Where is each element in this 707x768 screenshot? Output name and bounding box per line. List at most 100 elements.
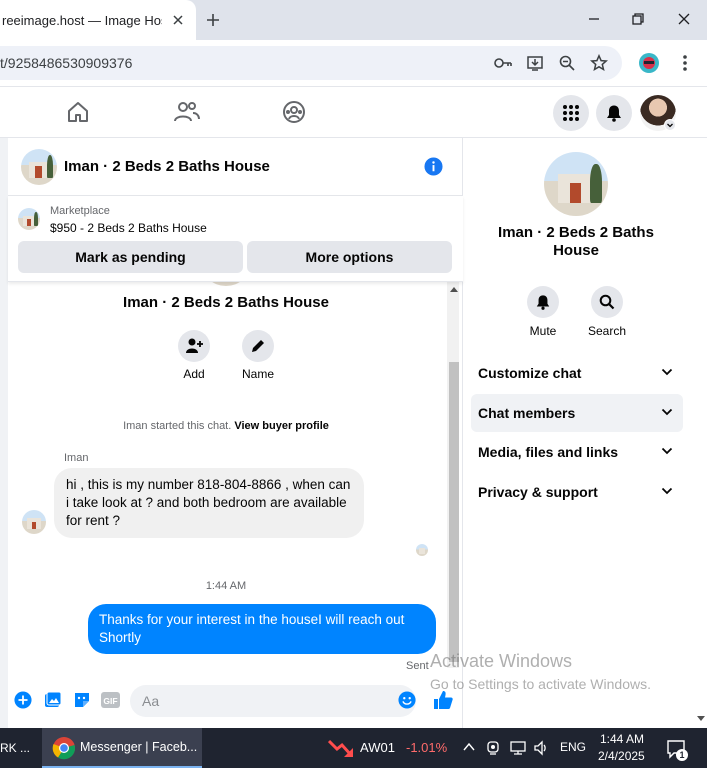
notifications-button[interactable] [596, 95, 632, 131]
thread-scrollbar-thumb[interactable] [449, 362, 459, 662]
view-buyer-profile-link[interactable]: View buyer profile [234, 420, 329, 432]
browser-tab[interactable]: reeimage.host — Image Hosting [0, 0, 196, 40]
section-label: Chat members [478, 405, 576, 421]
message-timestamp: 1:44 AM [205, 580, 247, 592]
url-text: t/9258486530909376 [0, 55, 133, 71]
marketplace-label: Marketplace [50, 205, 110, 217]
chevron-down-icon [661, 408, 673, 416]
customize-chat-row[interactable]: Customize chat [471, 354, 683, 392]
taskbar-browser-label: Messenger | Faceb... [80, 740, 198, 754]
taskbar-app-left[interactable]: RK ... [0, 728, 38, 768]
mute-button[interactable]: Mute [513, 286, 573, 338]
chevron-down-icon [661, 368, 673, 376]
chevron-down-icon [661, 447, 673, 455]
tab-title: reeimage.host — Image Hosting [2, 13, 162, 28]
scroll-up-arrow-icon[interactable] [450, 286, 458, 292]
stock-change: -1.01% [406, 740, 448, 755]
clock-date[interactable]: 2/4/2025 [598, 749, 645, 763]
windows-taskbar: RK ... Messenger | Faceb... AW01 -1.01% … [0, 728, 707, 768]
add-people-button[interactable]: Add [164, 330, 224, 381]
plus-icon[interactable] [14, 691, 32, 709]
thread-profile-avatar [202, 282, 250, 286]
zoom-icon[interactable] [558, 54, 576, 72]
info-icon[interactable] [424, 157, 443, 176]
search-icon [599, 294, 615, 310]
chat-panel: Iman · 2 Beds 2 Baths House Marketplace … [8, 138, 463, 728]
profile-avatar-icon[interactable] [638, 52, 660, 74]
info-panel-avatar[interactable] [544, 152, 608, 216]
restore-icon[interactable] [630, 11, 646, 27]
section-label: Privacy & support [478, 484, 598, 500]
like-thumb-icon[interactable] [432, 689, 454, 711]
stock-chart-icon [328, 737, 354, 759]
message-thread[interactable]: Iman · 2 Beds 2 Baths House Add Name Ima… [8, 282, 463, 668]
add-person-icon [185, 337, 203, 355]
media-files-links-row[interactable]: Media, files and links [471, 433, 683, 471]
outgoing-message-bubble[interactable]: Thanks for your interest in the houseI w… [88, 604, 436, 654]
read-receipt-avatar [416, 544, 428, 556]
incoming-message-bubble[interactable]: hi , this is my number 818-804-8866 , wh… [54, 468, 364, 538]
emoji-icon[interactable] [398, 691, 416, 709]
language-indicator[interactable]: ENG [560, 740, 586, 754]
message-composer: GIF [8, 683, 463, 719]
grid-icon [562, 104, 580, 122]
volume-icon[interactable] [533, 740, 549, 756]
new-tab-icon[interactable] [204, 11, 222, 29]
chrome-icon [52, 736, 76, 760]
message-input[interactable] [130, 685, 416, 717]
network-icon[interactable] [509, 740, 527, 756]
groups-icon[interactable] [282, 100, 306, 124]
privacy-support-row[interactable]: Privacy & support [471, 473, 683, 511]
photo-icon[interactable] [44, 691, 62, 709]
stock-ticker[interactable]: AW01 [360, 740, 395, 755]
listing-title[interactable]: $950 - 2 Beds 2 Baths House [50, 221, 207, 235]
left-panel-edge [0, 138, 8, 728]
browser-toolbar: t/9258486530909376 [0, 40, 707, 86]
chat-avatar[interactable] [21, 149, 57, 185]
svg-text:GIF: GIF [103, 696, 117, 706]
chevron-up-icon[interactable] [462, 740, 476, 754]
chat-info-panel: Iman · 2 Beds 2 Baths House Mute Search … [463, 138, 707, 728]
pencil-icon [250, 338, 266, 354]
bookmark-star-icon[interactable] [590, 54, 608, 72]
menu-grid-button[interactable] [553, 95, 589, 131]
friends-icon[interactable] [174, 100, 200, 124]
activate-windows-title: Activate Windows [430, 651, 573, 671]
search-button[interactable]: Search [577, 286, 637, 338]
taskbar-browser-button[interactable]: Messenger | Faceb... [42, 728, 202, 768]
close-tab-icon[interactable] [170, 12, 186, 28]
install-app-icon[interactable] [526, 54, 544, 72]
notification-count-badge: 1 [676, 749, 688, 761]
account-chevron-icon[interactable] [664, 119, 676, 131]
browser-menu-icon[interactable] [682, 54, 688, 72]
thread-profile-name: Iman · 2 Beds 2 Baths House [123, 294, 329, 311]
browser-tab-bar: reeimage.host — Image Hosting [0, 0, 707, 40]
close-window-icon[interactable] [676, 11, 692, 27]
clock-time[interactable]: 1:44 AM [600, 732, 644, 746]
minimize-icon[interactable] [586, 11, 602, 27]
add-label: Add [183, 367, 205, 381]
name-label: Name [241, 367, 274, 381]
mark-as-pending-button[interactable]: Mark as pending [18, 241, 243, 273]
home-icon[interactable] [66, 100, 90, 124]
more-options-button[interactable]: More options [247, 241, 452, 273]
chat-header: Iman · 2 Beds 2 Baths House [8, 138, 463, 196]
bell-icon [605, 104, 623, 122]
listing-thumbnail[interactable] [18, 208, 40, 230]
sender-avatar[interactable] [22, 510, 46, 534]
chat-members-row[interactable]: Chat members [471, 394, 683, 432]
webcam-icon[interactable] [486, 740, 500, 756]
sticker-icon[interactable] [73, 691, 91, 709]
activate-windows-subtitle: Go to Settings to activate Windows. [430, 676, 651, 692]
chat-title[interactable]: Iman · 2 Beds 2 Baths House [64, 158, 270, 175]
facebook-top-nav [0, 86, 707, 138]
chevron-down-icon [661, 487, 673, 495]
mute-label: Mute [529, 324, 557, 338]
edit-name-button[interactable]: Name [228, 330, 288, 381]
password-key-icon[interactable] [493, 54, 513, 72]
started-text: Iman started this chat. [123, 420, 232, 432]
section-label: Customize chat [478, 365, 582, 381]
info-panel-scrollbar[interactable] [695, 138, 707, 728]
gif-icon[interactable]: GIF [101, 691, 121, 709]
section-label: Media, files and links [478, 444, 619, 460]
